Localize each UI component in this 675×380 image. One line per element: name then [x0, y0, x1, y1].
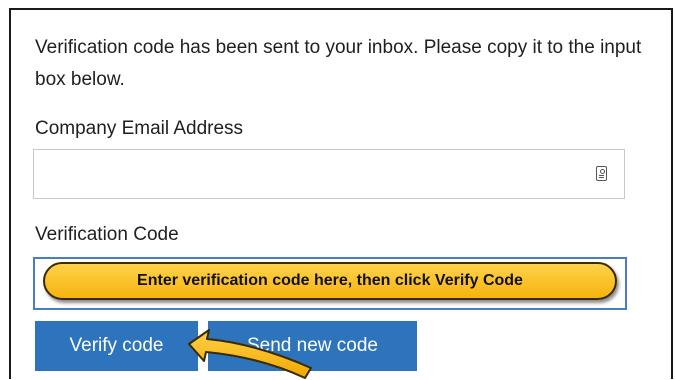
instruction-callout: Enter verification code here, then click…: [43, 262, 617, 300]
intro-message: Verification code has been sent to your …: [35, 37, 642, 90]
email-field[interactable]: [33, 149, 625, 199]
callout-text: Enter verification code here, then click…: [137, 272, 523, 289]
verification-panel: Verification code has been sent to your …: [9, 8, 673, 379]
email-label: Company Email Address: [35, 118, 244, 139]
verify-code-button[interactable]: Verify code: [35, 321, 198, 371]
verification-code-label: Verification Code: [35, 224, 179, 245]
send-new-code-button[interactable]: Send new code: [208, 321, 417, 371]
contact-card-icon: [596, 166, 607, 181]
